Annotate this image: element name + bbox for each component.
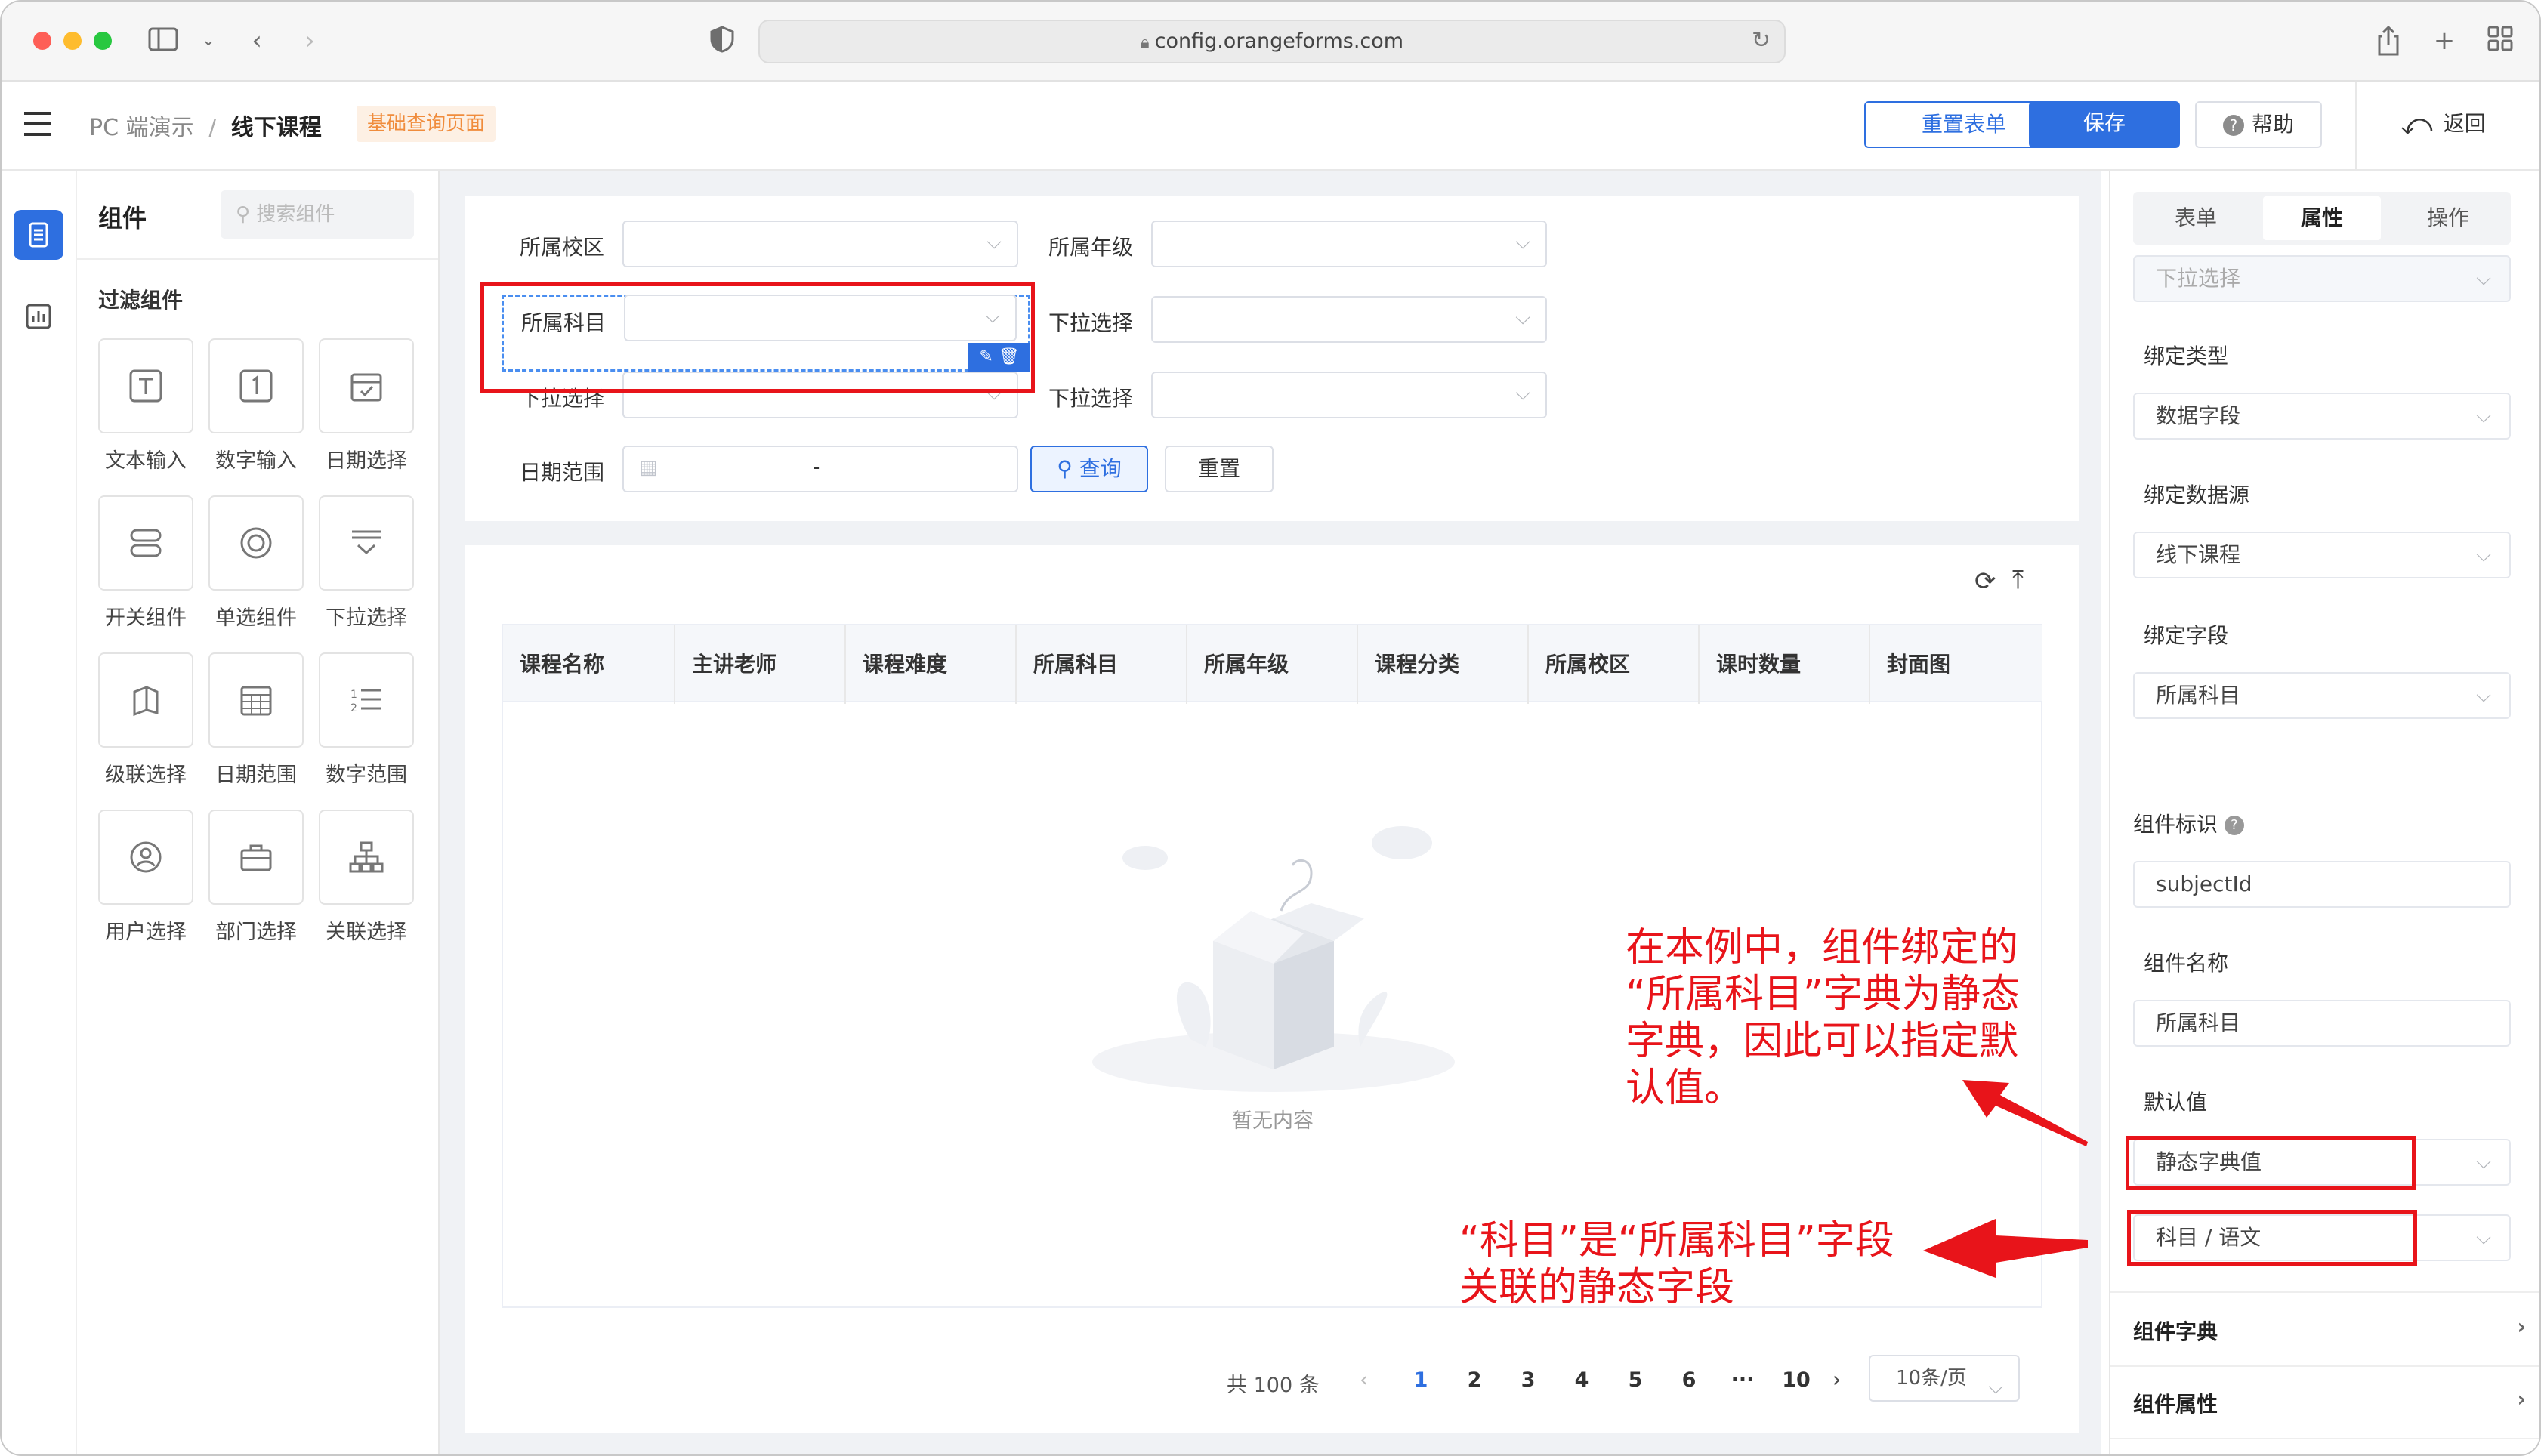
arrow-to-note bbox=[1923, 1219, 2088, 1278]
browser-window: ⌄ ‹ › 🔒︎ config.orangeforms.com ↻ + PC 端… bbox=[0, 0, 2541, 1456]
arrow-to-note bbox=[1962, 1080, 2088, 1146]
annotation-arrows bbox=[1923, 1080, 2088, 1278]
